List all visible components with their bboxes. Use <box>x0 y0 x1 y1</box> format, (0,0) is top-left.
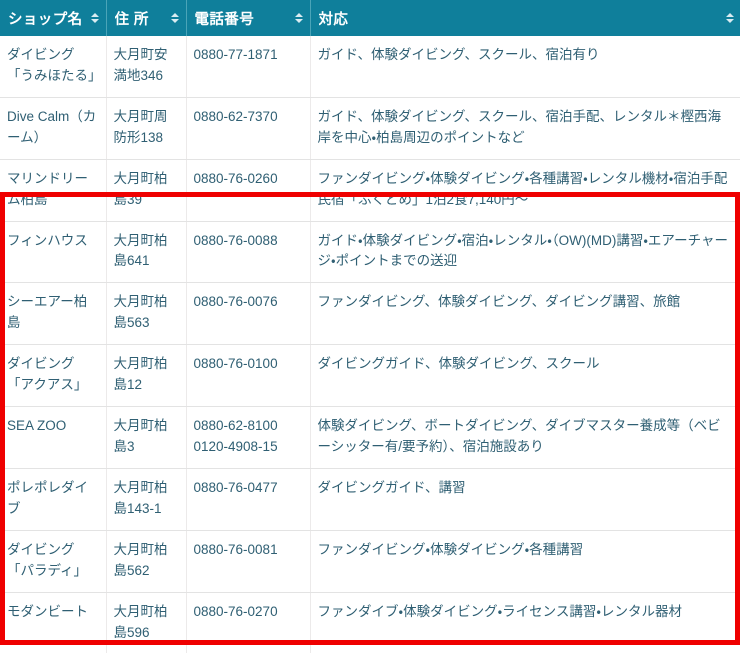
column-header-label: ショップ名 <box>8 11 83 28</box>
sort-updown-icon[interactable] <box>171 11 180 25</box>
cell-shop-name: マリンドリーム柏島 <box>0 159 107 222</box>
cell-phone: 0880-76-0088 <box>186 221 311 284</box>
cell-phone: 0880-76-0081 <box>186 530 311 593</box>
cell-shop-name: フィンハウス <box>0 221 107 284</box>
cell-address: 大月町柏島39 <box>106 159 187 222</box>
phone-number: 0880-76-0100 <box>193 356 278 372</box>
column-header-phone[interactable]: 電話番号 <box>186 0 311 36</box>
cell-shop-name: モダンビート <box>0 592 107 653</box>
cell-services: ファンダイビング、体験ダイビング、ダイビング講習、旅館 <box>310 282 740 346</box>
cell-phone: 0880-62-8100 0120-4908-15 <box>186 406 311 469</box>
table-row: SEA ZOO 大月町柏島3 0880-62-8100 0120-4908-15 体験ダ… <box>0 406 740 469</box>
phone-number: 0880-76-0076 <box>193 294 278 310</box>
column-header-shop-name[interactable]: ショップ名 <box>0 0 107 36</box>
cell-phone: 0880-77-1871 <box>186 36 311 98</box>
column-header-address[interactable]: 住 所 <box>106 0 187 36</box>
phone-number: 0120-4908-15 <box>193 438 278 454</box>
cell-phone: 0880-76-0076 <box>186 282 311 346</box>
cell-phone: 0880-76-0477 <box>186 468 311 531</box>
cell-phone: 0880-62-7370 <box>186 97 311 160</box>
phone-number: 0880-76-0270 <box>193 603 278 619</box>
cell-phone: 0880-76-0270 <box>186 592 311 653</box>
phone-number: 0880-77-1871 <box>193 47 278 62</box>
sort-updown-icon[interactable] <box>91 11 100 25</box>
cell-shop-name: Dive Calm（カーム） <box>0 97 107 160</box>
table-row: マリンドリーム柏島 大月町柏島39 0880-76-0260 ファンダイビング・体験ダ… <box>0 159 740 222</box>
table-body: ダイビング「うみほたる」 大月町安満地346 0880-77-1871 ガイド、体験ダ… <box>0 36 740 653</box>
cell-shop-name: ポレポレダイブ <box>0 468 107 531</box>
column-header-label: 対応 <box>318 11 349 28</box>
table-row: ダイビング「うみほたる」 大月町安満地346 0880-77-1871 ガイド、体験ダ… <box>0 36 740 98</box>
column-header-services[interactable]: 対応 <box>310 0 740 36</box>
cell-address: 大月町柏島596 <box>106 592 187 653</box>
shop-listing-table-container: ショップ名 住 所 電話番号 対応 ダイビング「うみほたる」 大月町安満地346… <box>0 0 740 653</box>
shop-listing-table: ショップ名 住 所 電話番号 対応 ダイビング「うみほたる」 大月町安満地346… <box>0 0 740 653</box>
cell-services: ガイド、体験ダイビング、スクール、宿泊有り <box>310 36 740 98</box>
table-header: ショップ名 住 所 電話番号 対応 <box>0 0 740 36</box>
cell-address: 大月町周防形138 <box>106 97 187 160</box>
table-row: ダイビング「アクアス」 大月町柏島12 0880-76-0100 ダイビングガイド、体… <box>0 344 740 408</box>
table-row: モダンビート 大月町柏島596 0880-76-0270 ファンダイブ・体験ダイビング… <box>0 592 740 653</box>
cell-address: 大月町柏島143-1 <box>106 468 187 531</box>
cell-phone: 0880-76-0260 <box>186 159 311 222</box>
cell-address: 大月町安満地346 <box>106 36 187 98</box>
cell-services: ファンダイビング・体験ダイビング・各種講習・レンタル機材・宿泊手配 民宿「ふくど… <box>310 159 740 222</box>
phone-number: 0880-76-0477 <box>193 479 278 495</box>
table-row: ポレポレダイブ 大月町柏島143-1 0880-76-0477 ダイビングガイド、講習 <box>0 468 740 531</box>
table-header-row: ショップ名 住 所 電話番号 対応 <box>0 0 740 36</box>
phone-number: 0880-76-0088 <box>193 232 278 248</box>
cell-address: 大月町柏島3 <box>106 406 187 469</box>
column-header-label: 住 所 <box>114 11 149 28</box>
cell-services: ファンダイビング・体験ダイビング・各種講習 <box>310 530 740 593</box>
table-row: Dive Calm（カーム） 大月町周防形138 0880-62-7370 ガイド、体… <box>0 97 740 160</box>
phone-number: 0880-62-7370 <box>193 108 278 124</box>
sort-updown-icon[interactable] <box>295 11 304 25</box>
cell-services: ダイビングガイド、体験ダイビング、スクール <box>310 344 740 408</box>
cell-address: 大月町柏島562 <box>106 530 187 593</box>
cell-address: 大月町柏島563 <box>106 282 187 346</box>
phone-number: 0880-76-0260 <box>193 170 278 186</box>
cell-phone: 0880-76-0100 <box>186 344 311 408</box>
cell-shop-name: シーエアー柏島 <box>0 282 107 346</box>
table-row: フィンハウス 大月町柏島641 0880-76-0088 ガイド・体験ダイビング・宿泊… <box>0 221 740 284</box>
table-row: ダイビング「パラディ」 大月町柏島562 0880-76-0081 ファンダイビング・… <box>0 530 740 593</box>
cell-shop-name: SEA ZOO <box>0 406 107 469</box>
phone-number: 0880-76-0081 <box>193 541 278 557</box>
sort-updown-icon[interactable] <box>725 11 734 25</box>
cell-shop-name: ダイビング「アクアス」 <box>0 344 107 408</box>
phone-number: 0880-62-8100 <box>193 418 278 434</box>
cell-shop-name: ダイビング「うみほたる」 <box>0 36 107 98</box>
cell-services: ダイビングガイド、講習 <box>310 468 740 531</box>
cell-services: 体験ダイビング、ボートダイビング、ダイブマスター養成等（ベビーシッター有/要予約… <box>310 406 740 469</box>
cell-services: ガイド、体験ダイビング、スクール、宿泊手配、レンタル＊樫西海岸を中心・柏島周辺の… <box>310 97 740 160</box>
cell-services: ガイド・体験ダイビング・宿泊・レンタル・（OW)(MD)講習・エアーチャージ・ポ… <box>310 221 740 284</box>
table-row: シーエアー柏島 大月町柏島563 0880-76-0076 ファンダイビング、体験ダイ… <box>0 282 740 346</box>
cell-shop-name: ダイビング「パラディ」 <box>0 530 107 593</box>
cell-address: 大月町柏島12 <box>106 344 187 408</box>
cell-address: 大月町柏島641 <box>106 221 187 284</box>
column-header-label: 電話番号 <box>194 11 255 28</box>
cell-services: ファンダイブ・体験ダイビング・ライセンス講習・レンタル器材 <box>310 592 740 653</box>
